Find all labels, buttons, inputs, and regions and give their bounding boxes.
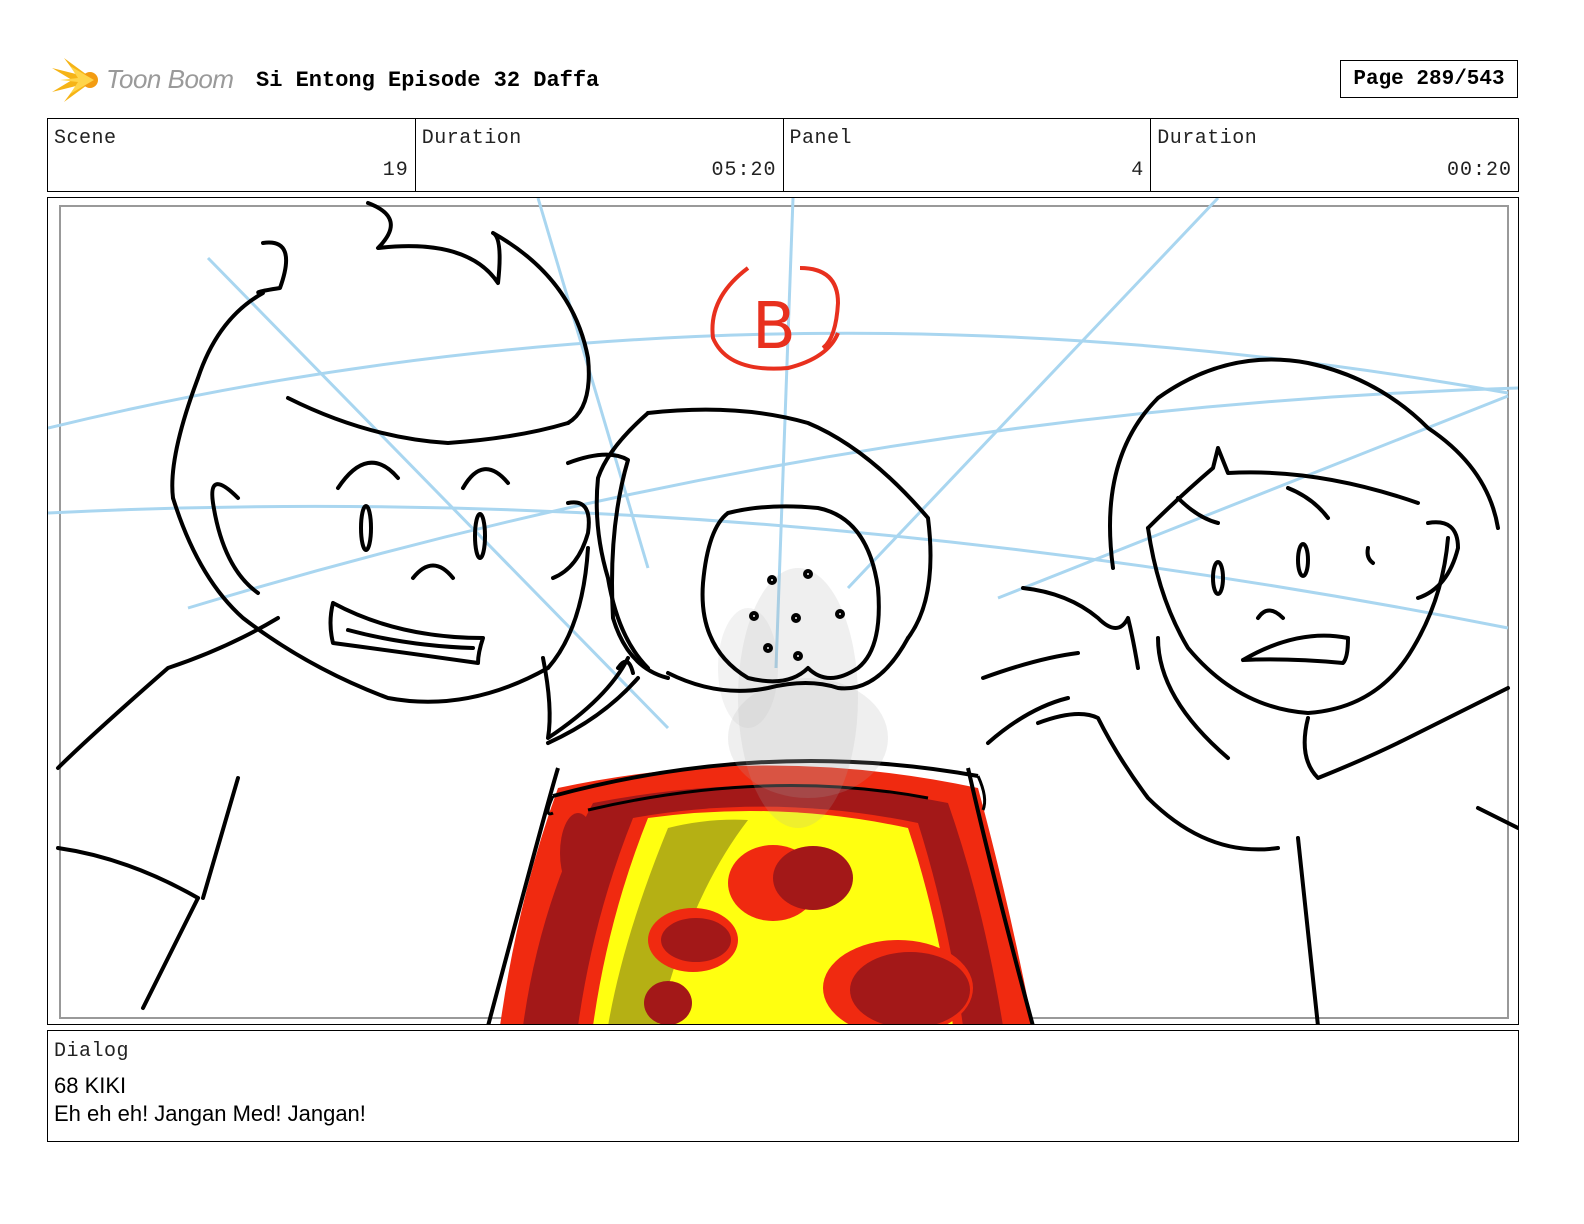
camera-annotation: B (710, 266, 841, 371)
dialog-speaker: 68 KIKI (54, 1073, 127, 1098)
scene-duration-value: 05:20 (711, 159, 777, 182)
panel-duration-label: Duration (1157, 127, 1258, 150)
scene-duration-cell: Duration 05:20 (416, 119, 784, 191)
toon-boom-logo: Toon Boom (50, 52, 240, 108)
panel-duration-value: 00:20 (1446, 159, 1512, 182)
document-title: Si Entong Episode 32 Daffa (256, 68, 600, 93)
scene-label: Scene (54, 127, 117, 150)
pot-illustration (486, 758, 1035, 1024)
dialog-text: Eh eh eh! Jangan Med! Jangan! (54, 1101, 366, 1126)
panel-sketch: B (48, 198, 1518, 1024)
scene-info-bar: Scene 19 Duration 05:20 Panel 4 Duration… (47, 118, 1519, 192)
dialog-label: Dialog (54, 1040, 130, 1063)
panel-value: 4 (1131, 159, 1145, 182)
scene-duration-label: Duration (421, 127, 522, 150)
panel-label: Panel (789, 127, 853, 150)
scene-cell: Scene 19 (48, 119, 416, 191)
logo-text: Toon Boom (106, 64, 234, 94)
panel-duration-cell: Duration 00:20 (1151, 119, 1518, 191)
storyboard-panel: B (47, 197, 1519, 1025)
annotation-letter: B (752, 290, 796, 364)
panel-cell: Panel 4 (784, 119, 1152, 191)
starburst-icon (52, 58, 98, 102)
dialog-box: Dialog 68 KIKI Eh eh eh! Jangan Med! Jan… (47, 1030, 1519, 1142)
page-number: Page 289/543 (1340, 60, 1518, 98)
scene-value: 19 (382, 159, 409, 182)
